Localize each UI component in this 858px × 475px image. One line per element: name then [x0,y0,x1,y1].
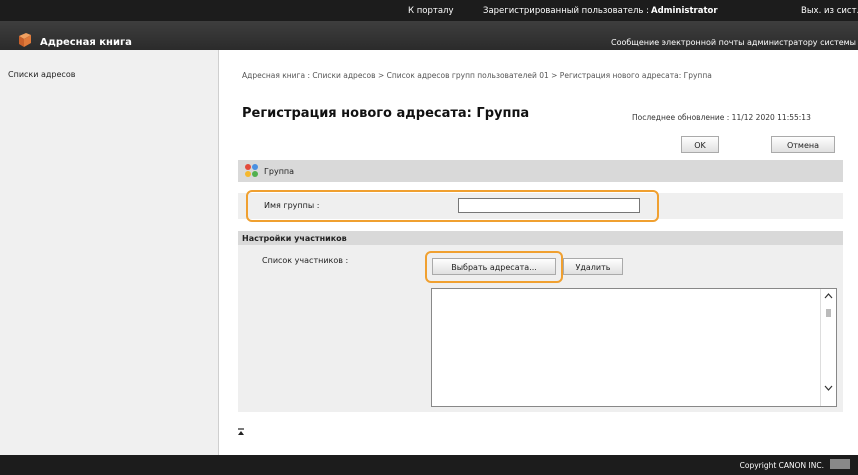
portal-link[interactable]: К порталу [408,6,454,16]
scroll-to-top-icon[interactable] [237,428,245,436]
member-list-scrollbar[interactable] [820,289,836,406]
select-address-button[interactable]: Выбрать адресата... [432,258,556,275]
copyright: Copyright CANON INC. [739,461,824,470]
scroll-down-icon[interactable] [824,385,833,391]
sidebar [0,50,219,455]
group-section-header: Группа [238,160,843,182]
member-list-label: Список участников : [262,256,349,265]
sidebar-item-address-lists[interactable]: Списки адресов [8,70,75,79]
footer-logo-box [830,459,850,469]
scroll-thumb[interactable] [826,309,831,317]
top-bar: К порталу Зарегистрированный пользовател… [0,0,858,21]
footer [0,455,858,475]
group-name-input[interactable] [458,198,640,213]
last-update: Последнее обновление : 11/12 2020 11:55:… [632,113,811,122]
app-title: Адресная книга [40,37,132,48]
logout-link[interactable]: Вых. из сист. [801,6,858,16]
ok-button[interactable]: OK [681,136,719,153]
user-name: Administrator [651,6,718,16]
registered-user-label: Зарегистрированный пользователь : [483,6,650,16]
address-book-icon [19,33,31,47]
group-name-label: Имя группы : [264,201,320,210]
cancel-button[interactable]: Отмена [771,136,835,153]
page-title: Регистрация нового адресата: Группа [242,106,530,121]
member-list[interactable] [431,288,837,407]
breadcrumb[interactable]: Адресная книга : Списки адресов > Список… [242,70,822,81]
scroll-up-icon[interactable] [824,293,833,299]
delete-button[interactable]: Удалить [563,258,623,275]
admin-email-link[interactable]: Сообщение электронной почты администрато… [611,38,856,47]
members-section-header: Настройки участников [238,231,843,245]
group-icon [245,164,258,177]
